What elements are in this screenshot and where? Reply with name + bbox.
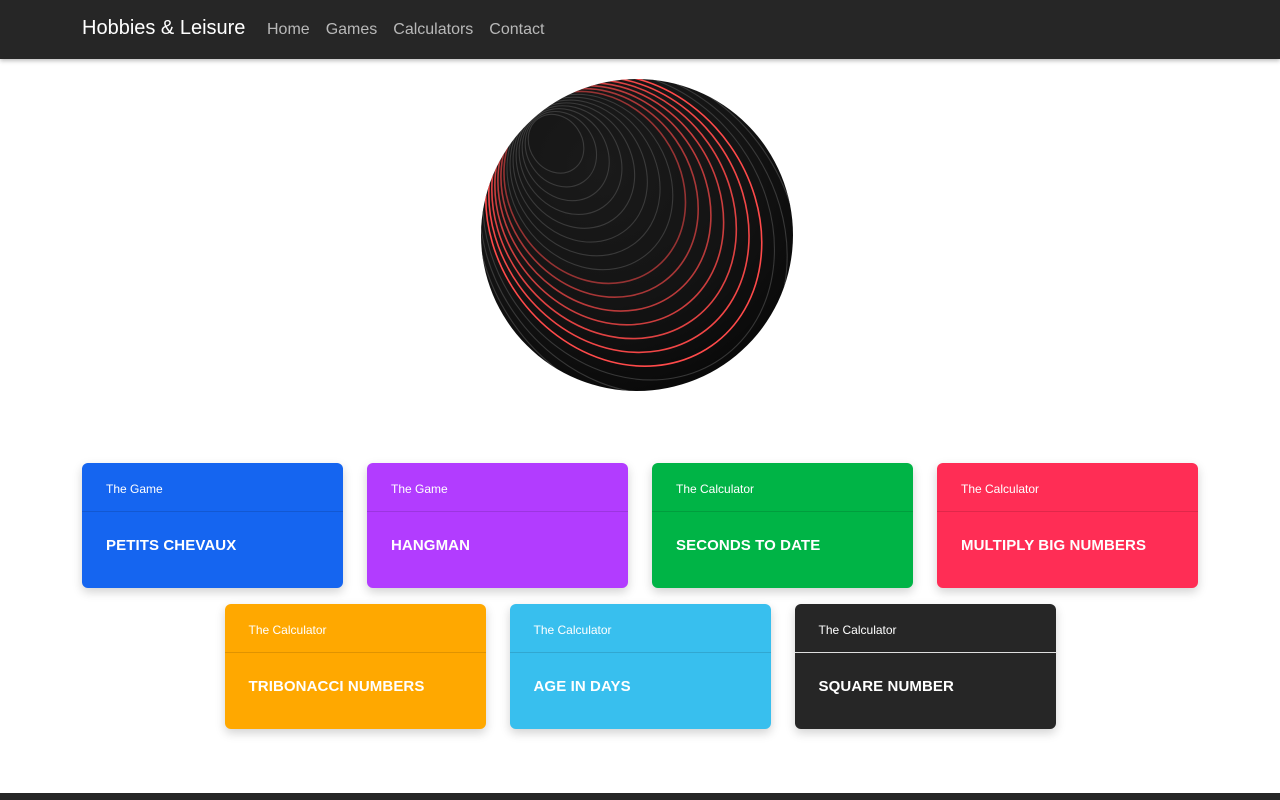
card-subtitle: The Game	[367, 463, 628, 512]
card-subtitle: The Calculator	[509, 604, 771, 653]
hero-sphere-image	[460, 59, 818, 417]
cards-row-1: The Game PETITS CHEVAUX The Game HANGMAN…	[0, 463, 1280, 588]
nav-link-calculators[interactable]: Calculators	[385, 19, 481, 41]
card-title: AGE IN DAYS	[533, 678, 631, 695]
card-title: SECONDS TO DATE	[676, 537, 821, 554]
nav-links: Home Games Calculators Contact	[259, 19, 552, 41]
card-multiply-big-numbers[interactable]: The Calculator MULTIPLY BIG NUMBERS	[937, 463, 1198, 588]
card-subtitle: The Calculator	[652, 463, 913, 512]
card-subtitle: The Calculator	[224, 604, 486, 653]
cards-row-2: The Calculator TRIBONACCI NUMBERS The Ca…	[0, 604, 1280, 729]
card-title: MULTIPLY BIG NUMBERS	[961, 537, 1147, 554]
top-navbar: Hobbies & Leisure Home Games Calculators…	[0, 0, 1280, 59]
nav-link-contact[interactable]: Contact	[481, 19, 552, 41]
card-title: TRIBONACCI NUMBERS	[248, 678, 425, 695]
card-petits-chevaux[interactable]: The Game PETITS CHEVAUX	[82, 463, 343, 588]
sphere-graphic	[481, 79, 793, 391]
brand-link[interactable]: Hobbies & Leisure	[82, 17, 245, 40]
nav-link-games[interactable]: Games	[318, 19, 386, 41]
card-square-number[interactable]: The Calculator SQUARE NUMBER	[794, 604, 1056, 729]
card-title: HANGMAN	[391, 537, 471, 554]
card-hangman[interactable]: The Game HANGMAN	[367, 463, 628, 588]
card-subtitle: The Calculator	[794, 604, 1056, 653]
nav-link-home[interactable]: Home	[259, 19, 318, 41]
card-title: PETITS CHEVAUX	[106, 537, 237, 554]
footer-bar	[0, 793, 1280, 800]
card-age-in-days[interactable]: The Calculator AGE IN DAYS	[509, 604, 771, 729]
card-title: SQUARE NUMBER	[818, 678, 954, 695]
card-tribonacci-numbers[interactable]: The Calculator TRIBONACCI NUMBERS	[224, 604, 486, 729]
card-subtitle: The Calculator	[937, 463, 1198, 512]
card-subtitle: The Game	[82, 463, 343, 512]
card-seconds-to-date[interactable]: The Calculator SECONDS TO DATE	[652, 463, 913, 588]
